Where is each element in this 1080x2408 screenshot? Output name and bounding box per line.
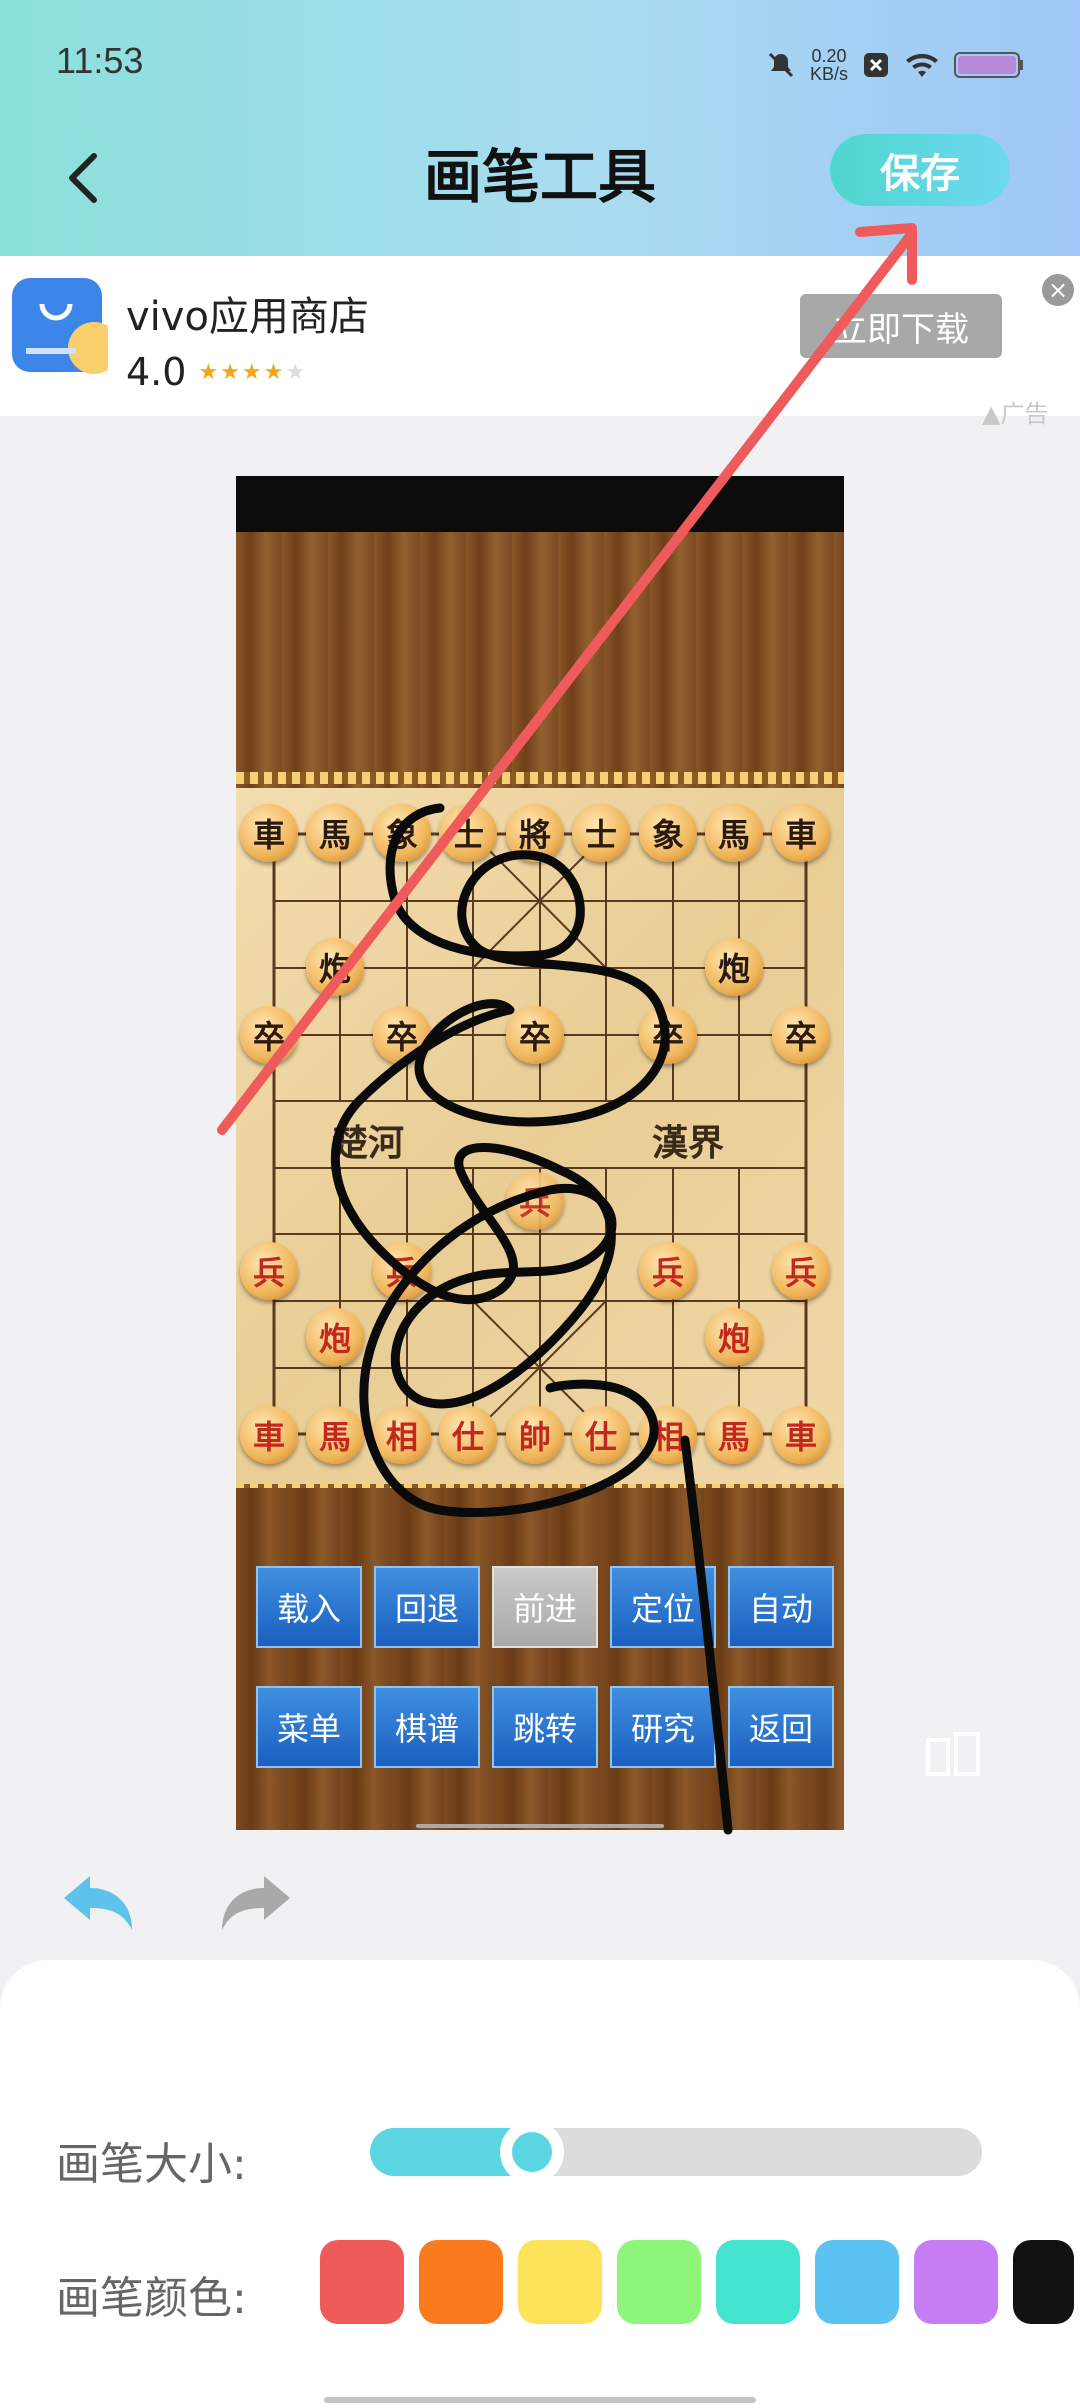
undo-arrow-icon[interactable] xyxy=(60,1870,138,1934)
redo-arrow-icon[interactable] xyxy=(216,1870,294,1934)
color-swatch[interactable] xyxy=(914,2240,998,2324)
color-swatch[interactable] xyxy=(617,2240,701,2324)
color-swatch[interactable] xyxy=(419,2240,503,2324)
color-swatch[interactable] xyxy=(1013,2240,1074,2324)
color-palette xyxy=(0,2240,1080,2326)
floating-action-icon[interactable] xyxy=(924,1730,982,1782)
color-swatch[interactable] xyxy=(320,2240,404,2324)
home-indicator[interactable] xyxy=(324,2397,756,2403)
color-swatch[interactable] xyxy=(518,2240,602,2324)
red-arrow-line xyxy=(217,231,915,1135)
black-scribble-stroke xyxy=(330,803,733,1835)
color-swatch[interactable] xyxy=(815,2240,899,2324)
color-swatch[interactable] xyxy=(716,2240,800,2324)
brush-size-label: 画笔大小: xyxy=(56,2139,247,2190)
slider-thumb[interactable] xyxy=(500,2120,564,2184)
brush-size-slider[interactable] xyxy=(370,2120,982,2184)
